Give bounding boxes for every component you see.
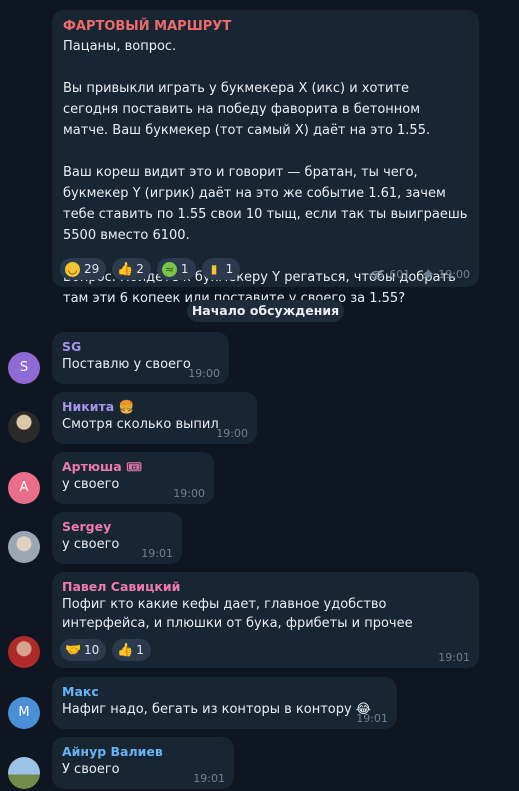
reaction-count: 29: [84, 262, 100, 276]
thumbs-up-icon: 👍: [117, 642, 134, 658]
avatar[interactable]: А: [8, 472, 40, 504]
avatar[interactable]: [8, 411, 40, 443]
pin-icon: [421, 268, 434, 280]
reaction-count: 1: [225, 262, 234, 276]
message-bubble[interactable]: Павел Савицкий Пофиг кто какие кефы дает…: [52, 572, 479, 668]
message-bubble[interactable]: Макс Нафиг надо, бегать из конторы в кон…: [52, 677, 397, 729]
sender-name[interactable]: Sergey: [62, 519, 172, 535]
middle-finger-icon: ▮: [210, 261, 218, 276]
reaction-count: 1: [180, 262, 189, 276]
post-meta: 601 19:00: [369, 268, 470, 281]
avatar[interactable]: S: [8, 352, 40, 384]
channel-post: ФАРТОВЫЙ МАРШРУТ Пацаны, вопрос. Вы прив…: [52, 10, 479, 306]
post-paragraph: Ваш кореш видит это и говорит — братан, …: [63, 165, 468, 243]
message-time: 19:01: [438, 651, 470, 664]
thumbs-up-icon: 👍: [117, 261, 134, 277]
reaction-count: 2: [136, 262, 144, 276]
message-text: Пофиг кто какие кефы дает, главное удобс…: [62, 597, 413, 631]
nauseated-face-icon: ≈: [161, 261, 177, 277]
message-bubble[interactable]: Артюша 🎟 у своего 19:00: [52, 452, 214, 504]
reaction-handshake[interactable]: 🤝 10: [60, 639, 107, 661]
reaction-middle-finger[interactable]: ▮ 1: [201, 258, 241, 280]
views-count: 601: [389, 268, 411, 281]
reaction-grinning[interactable]: ◡ 29: [60, 258, 107, 280]
message-bubble[interactable]: Никита 🍔 Смотря сколько выпил 19:00: [52, 392, 257, 444]
channel-name[interactable]: ФАРТОВЫЙ МАРШРУТ: [63, 18, 468, 36]
eye-icon: [369, 270, 385, 279]
reaction-count: 10: [84, 643, 100, 657]
message-time: 19:00: [188, 367, 220, 380]
message-time: 19:00: [216, 427, 248, 440]
message-time: 19:01: [141, 547, 173, 560]
message-time: 19:01: [193, 772, 225, 785]
handshake-icon: 🤝: [65, 642, 82, 658]
reaction-thumbs-up[interactable]: 👍 2: [112, 258, 151, 280]
sender-name[interactable]: Никита 🍔: [62, 399, 247, 415]
message-time: 19:00: [173, 487, 205, 500]
post-reactions: ◡ 29 👍 2 ≈ 1 ▮ 1: [60, 258, 241, 280]
sender-name[interactable]: SG: [62, 339, 219, 355]
message-reactions: 🤝 10 👍 1: [60, 639, 151, 661]
avatar[interactable]: [8, 636, 40, 668]
reaction-count: 1: [136, 643, 144, 657]
post-time: 19:00: [438, 268, 470, 281]
sender-name[interactable]: Артюша 🎟: [62, 459, 204, 475]
grinning-face-icon: ◡: [65, 261, 80, 277]
avatar[interactable]: [8, 531, 40, 563]
avatar[interactable]: [8, 757, 40, 789]
message-bubble[interactable]: Sergey у своего 19:01: [52, 512, 182, 564]
message-bubble[interactable]: SG Поставлю у своего 19:00: [52, 332, 229, 384]
message-bubble[interactable]: Айнур Валиев У своего 19:01: [52, 737, 234, 789]
post-paragraph: Вы привыкли играть у букмекера Х (икс) и…: [63, 81, 431, 138]
post-paragraph: Пацаны, вопрос.: [63, 39, 177, 54]
sender-name[interactable]: Айнур Валиев: [62, 744, 224, 760]
message-text: Нафиг надо, бегать из конторы в контору …: [62, 702, 371, 717]
sender-name[interactable]: Макс: [62, 684, 387, 700]
reaction-nauseated[interactable]: ≈ 1: [156, 258, 196, 280]
message-time: 19:01: [356, 712, 388, 725]
avatar[interactable]: М: [8, 697, 40, 729]
reaction-thumbs-up[interactable]: 👍 1: [112, 639, 151, 661]
sender-name[interactable]: Павел Савицкий: [62, 579, 469, 595]
discussion-start-divider: Начало обсуждения: [187, 300, 344, 322]
